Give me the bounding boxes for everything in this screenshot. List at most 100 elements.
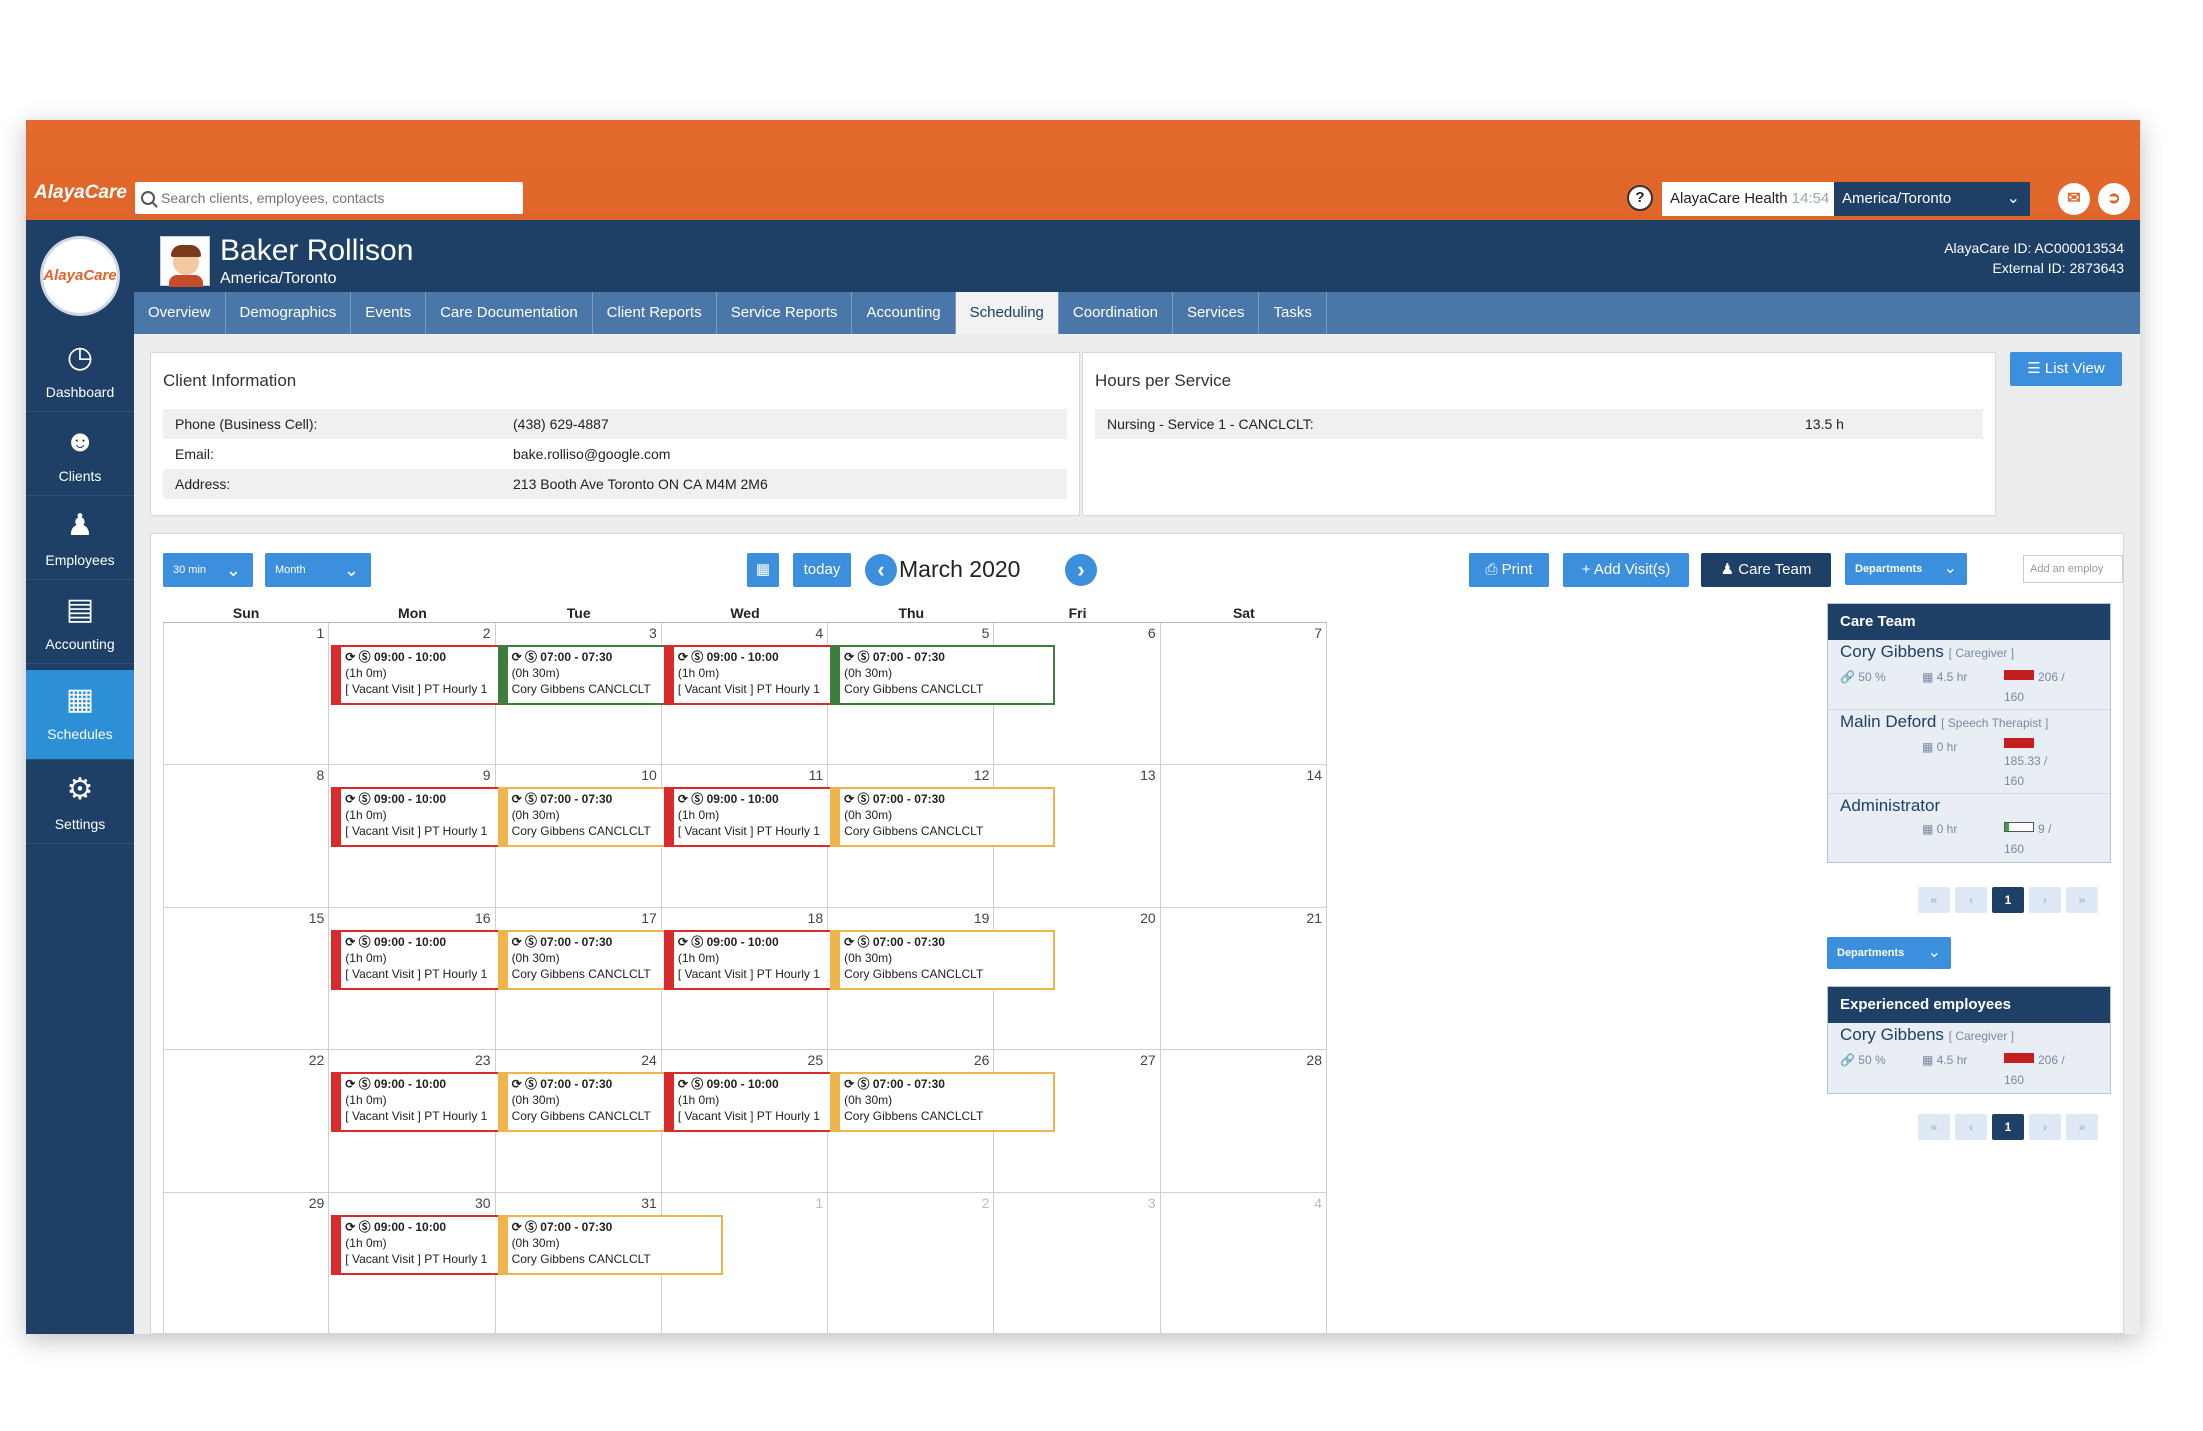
page-number[interactable]: 1: [1992, 1114, 2024, 1140]
day-cell[interactable]: 14: [1160, 765, 1327, 908]
nav-employees[interactable]: ♟ Employees: [26, 496, 134, 580]
info-value: (438) 629-4887: [513, 416, 609, 432]
day-cell[interactable]: 2 ⟳ Ⓢ 09:00 - 10:00 (1h 0m)[ Vacant Visit …: [329, 623, 557, 766]
member-name[interactable]: Cory Gibbens: [1840, 642, 1944, 661]
day-cell[interactable]: 3 ⟳ Ⓢ 07:00 - 07:30 (0h 30m) Cory Gibbens C…: [495, 623, 723, 766]
day-cell[interactable]: 8: [163, 765, 330, 908]
day-cell[interactable]: 23 ⟳ Ⓢ 09:00 - 10:00 (1h 0m)[ Vacant Visit…: [329, 1050, 557, 1193]
day-cell[interactable]: 25 ⟳ Ⓢ 09:00 - 10:00 (1h 0m)[ Vacant Visit…: [661, 1050, 889, 1193]
today-button[interactable]: today: [793, 553, 851, 587]
day-cell[interactable]: 27: [994, 1050, 1161, 1193]
help-icon[interactable]: ?: [1627, 185, 1653, 211]
nav-accounting[interactable]: ▤ Accounting: [26, 580, 134, 664]
search-input[interactable]: [161, 190, 501, 206]
day-cell[interactable]: 17 ⟳ Ⓢ 07:00 - 07:30 (0h 30m) Cory Gibbens …: [495, 907, 723, 1051]
day-cell[interactable]: 21: [1160, 907, 1327, 1051]
add-employee-input[interactable]: Add an employ: [2023, 555, 2123, 583]
nav-dashboard[interactable]: ◷ Dashboard: [26, 328, 134, 412]
day-cell[interactable]: 3: [994, 1192, 1161, 1334]
day-cell[interactable]: 18 ⟳ Ⓢ 09:00 - 10:00 (1h 0m)[ Vacant Visit…: [661, 907, 889, 1051]
team-member[interactable]: Cory Gibbens [ Caregiver ] 🔗 50 % ▦ 4.5 …: [1828, 640, 2110, 710]
tab-service-reports[interactable]: Service Reports: [717, 292, 853, 334]
chevron-down-icon: ⌄: [1927, 944, 1941, 961]
team-member[interactable]: Administrator ▦ 0 hr 9 / 160: [1828, 794, 2110, 862]
last-page-button[interactable]: »: [2066, 887, 2098, 913]
day-cell[interactable]: 15: [163, 907, 330, 1051]
last-page-button[interactable]: »: [2066, 1114, 2098, 1140]
day-cell[interactable]: 30 ⟳ Ⓢ 09:00 - 10:00 (1h 0m)[ Vacant Visit…: [329, 1192, 557, 1334]
first-page-button[interactable]: «: [1918, 887, 1950, 913]
mail-icon[interactable]: ✉: [2058, 183, 2090, 215]
tab-tasks[interactable]: Tasks: [1259, 292, 1327, 334]
add-visit-button[interactable]: + Add Visit(s): [1563, 553, 1689, 587]
member-name[interactable]: Administrator: [1840, 796, 1940, 815]
day-cell[interactable]: 22: [163, 1050, 330, 1193]
search-box[interactable]: [135, 182, 523, 214]
day-cell[interactable]: 6: [994, 623, 1161, 766]
prev-page-button[interactable]: ‹: [1955, 887, 1987, 913]
tab-care-documentation[interactable]: Care Documentation: [426, 292, 593, 334]
day-number: 2: [482, 625, 491, 641]
first-page-button[interactable]: «: [1918, 1114, 1950, 1140]
alayacare-logo[interactable]: AlayaCare: [34, 182, 144, 214]
day-cell[interactable]: 31 ⟳ Ⓢ 07:00 - 07:30 (0h 30m) Cory Gibbens …: [495, 1192, 723, 1334]
nav-settings[interactable]: ⚙ Settings: [26, 760, 134, 844]
capacity-total: 160: [2004, 774, 2025, 788]
day-cell[interactable]: 11 ⟳ Ⓢ 09:00 - 10:00 (1h 0m)[ Vacant Visit…: [661, 765, 889, 908]
next-page-button[interactable]: ›: [2029, 887, 2061, 913]
day-cell[interactable]: 1: [163, 623, 330, 766]
next-month-icon[interactable]: ›: [1065, 554, 1097, 586]
day-cell[interactable]: 7: [1160, 623, 1327, 766]
timezone-select[interactable]: America/Toronto ⌄: [1834, 182, 2030, 216]
nav-schedules[interactable]: ▦ Schedules: [26, 670, 134, 760]
interval-select[interactable]: 30 min ⌄: [163, 553, 253, 587]
calendar-picker-icon[interactable]: ▦: [747, 553, 779, 587]
departments-select[interactable]: Departments ⌄: [1845, 553, 1967, 585]
day-cell[interactable]: 12 ⟳ Ⓢ 07:00 - 07:30 (0h 30m) Cory Gibbens …: [828, 765, 1056, 908]
team-member[interactable]: Malin Deford [ Speech Therapist ] ▦ 0 hr…: [1828, 710, 2110, 794]
day-cell[interactable]: 9 ⟳ Ⓢ 09:00 - 10:00 (1h 0m)[ Vacant Visit …: [329, 765, 557, 908]
day-cell[interactable]: 26 ⟳ Ⓢ 07:00 - 07:30 (0h 30m) Cory Gibbens …: [828, 1050, 1056, 1193]
day-cell[interactable]: 20: [994, 907, 1161, 1051]
list-view-button[interactable]: ☰ List View: [2010, 352, 2122, 386]
day-cell[interactable]: 10 ⟳ Ⓢ 07:00 - 07:30 (0h 30m) Cory Gibbens …: [495, 765, 723, 908]
print-button[interactable]: ⎙ Print: [1469, 553, 1549, 587]
day-cell[interactable]: 2: [828, 1192, 995, 1334]
day-cell[interactable]: 13: [994, 765, 1161, 908]
logout-icon[interactable]: ➲: [2098, 183, 2130, 215]
team-member[interactable]: Cory Gibbens [ Caregiver ] 🔗 50 % ▦ 4.5 …: [1828, 1023, 2110, 1093]
day-cell[interactable]: 5 ⟳ Ⓢ 07:00 - 07:30 (0h 30m) Cory Gibbens C…: [828, 623, 1056, 766]
brand-logo[interactable]: AlayaCare: [40, 236, 120, 316]
day-cell[interactable]: 4 ⟳ Ⓢ 09:00 - 10:00 (1h 0m)[ Vacant Visit …: [661, 623, 889, 766]
care-team-button[interactable]: ♟ Care Team: [1701, 553, 1831, 587]
tab-services[interactable]: Services: [1173, 292, 1260, 334]
member-name[interactable]: Malin Deford: [1840, 712, 1936, 731]
prev-month-icon[interactable]: ‹: [865, 554, 897, 586]
nav-label: Settings: [54, 816, 106, 832]
view-select[interactable]: Month ⌄: [265, 553, 371, 587]
nav-clients[interactable]: ☻ Clients: [26, 412, 134, 496]
day-cell[interactable]: 24 ⟳ Ⓢ 07:00 - 07:30 (0h 30m) Cory Gibbens …: [495, 1050, 723, 1193]
member-name[interactable]: Cory Gibbens: [1840, 1025, 1944, 1044]
recurring-icon: ⟳ Ⓢ: [844, 934, 873, 949]
tab-events[interactable]: Events: [351, 292, 427, 334]
capacity-ratio: 185.33 /: [2004, 754, 2048, 768]
prev-page-button[interactable]: ‹: [1955, 1114, 1987, 1140]
day-cell[interactable]: 16 ⟳ Ⓢ 09:00 - 10:00 (1h 0m)[ Vacant Visit…: [329, 907, 557, 1051]
tab-accounting[interactable]: Accounting: [852, 292, 956, 334]
departments-select-2[interactable]: Departments ⌄: [1827, 937, 1951, 969]
tab-scheduling[interactable]: Scheduling: [955, 292, 1059, 334]
page-number[interactable]: 1: [1992, 887, 2024, 913]
day-number: 31: [641, 1194, 657, 1211]
day-cell[interactable]: 29: [163, 1192, 330, 1334]
tab-demographics[interactable]: Demographics: [226, 292, 352, 334]
day-cell[interactable]: 19 ⟳ Ⓢ 07:00 - 07:30 (0h 30m) Cory Gibbens …: [828, 907, 1056, 1051]
tab-overview[interactable]: Overview: [134, 292, 226, 334]
day-cell[interactable]: 28: [1160, 1050, 1327, 1193]
tab-coordination[interactable]: Coordination: [1059, 292, 1173, 334]
tab-client-reports[interactable]: Client Reports: [593, 292, 717, 334]
next-page-button[interactable]: ›: [2029, 1114, 2061, 1140]
day-cell[interactable]: 1: [661, 1192, 829, 1334]
info-value: 213 Booth Ave Toronto ON CA M4M 2M6: [513, 476, 768, 492]
day-cell[interactable]: 4: [1160, 1192, 1327, 1334]
